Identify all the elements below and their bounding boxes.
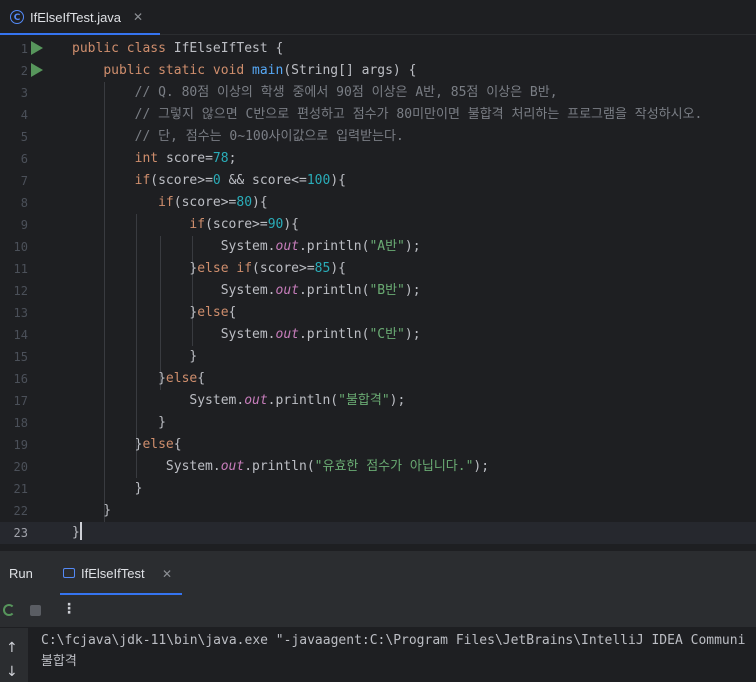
line-number: 3: [20, 86, 28, 100]
line-number: 7: [20, 174, 28, 188]
code-line[interactable]: 22 }: [0, 500, 756, 522]
code-line[interactable]: 9 if(score>=90){: [0, 214, 756, 236]
code-text: }else if(score>=85){: [72, 261, 346, 276]
console-command-line: C:\fcjava\jdk-11\bin\java.exe "-javaagen…: [41, 633, 746, 648]
console-output-line: 불합격: [41, 654, 77, 669]
code-line[interactable]: 1 public class IfElseIfTest {: [0, 38, 756, 60]
line-number: 19: [13, 438, 28, 452]
code-line[interactable]: 21 }: [0, 478, 756, 500]
code-text: System.out.println("A반");: [72, 239, 421, 254]
rerun-icon[interactable]: [3, 604, 15, 616]
code-text: if(score>=0 && score<=100){: [134, 173, 346, 188]
line-number: 12: [13, 284, 28, 298]
code-line[interactable]: 20 System.out.println("유효한 점수가 아닙니다.");: [0, 456, 756, 478]
console-icon: [63, 568, 75, 578]
console-output[interactable]: ↑ ↓ C:\fcjava\jdk-11\bin\java.exe "-java…: [0, 628, 756, 682]
code-line[interactable]: 7 if(score>=0 && score<=100){: [0, 170, 756, 192]
more-options-icon[interactable]: ⋮: [62, 601, 76, 617]
console-side-toolbar: ↑ ↓: [0, 628, 28, 682]
code-line[interactable]: 5 // 단, 점수는 0~100사이값으로 입력받는다.: [0, 126, 756, 148]
code-comment: // 그렇지 않으면 C반으로 편성하고 점수가 80미만이면 불합격 처리하는…: [72, 107, 703, 122]
active-tab-indicator: [0, 33, 160, 35]
line-number: 9: [20, 218, 28, 232]
line-number: 8: [20, 196, 28, 210]
code-line[interactable]: 3 // Q. 80점 이상의 학생 중에서 90점 이상은 A반, 85점 이…: [0, 82, 756, 104]
code-line[interactable]: 8 if(score>=80){: [0, 192, 756, 214]
code-text: public static void main(String[] args) {: [103, 63, 417, 78]
close-icon[interactable]: ✕: [162, 567, 172, 581]
line-number: 15: [13, 350, 28, 364]
line-number: 18: [13, 416, 28, 430]
code-text: System.out.println("C반");: [72, 327, 421, 342]
line-number: 16: [13, 372, 28, 386]
code-text: System.out.println("유효한 점수가 아닙니다.");: [72, 459, 490, 474]
code-line[interactable]: 14 System.out.println("C반");: [0, 324, 756, 346]
editor-tab-bar: C IfElseIfTest.java ✕: [0, 0, 756, 35]
stop-icon[interactable]: [30, 605, 41, 616]
line-number: 21: [13, 482, 28, 496]
line-number: 4: [20, 108, 28, 122]
code-line[interactable]: 16 }else{: [0, 368, 756, 390]
code-editor[interactable]: 1 public class IfElseIfTest { 2 public s…: [0, 38, 756, 548]
code-line[interactable]: 10 System.out.println("A반");: [0, 236, 756, 258]
line-number: 2: [20, 64, 28, 78]
line-number: 5: [20, 130, 28, 144]
code-text: }else{: [72, 437, 182, 452]
text-caret: [79, 522, 82, 540]
line-number: 13: [13, 306, 28, 320]
line-number: 20: [13, 460, 28, 474]
java-class-icon: C: [10, 10, 24, 24]
close-icon[interactable]: ✕: [133, 10, 143, 24]
code-text: }: [72, 349, 198, 364]
code-text: }else{: [72, 305, 237, 320]
code-line[interactable]: 12 System.out.println("B반");: [0, 280, 756, 302]
line-number: 11: [13, 262, 28, 276]
line-number: 6: [20, 152, 28, 166]
code-text: int score=78;: [134, 151, 237, 166]
scroll-up-icon[interactable]: ↑: [6, 640, 18, 656]
line-number: 22: [13, 504, 28, 518]
code-line[interactable]: 18 }: [0, 412, 756, 434]
line-number: 17: [13, 394, 28, 408]
line-number: 1: [20, 42, 28, 56]
editor-tab-label: IfElseIfTest.java: [30, 9, 122, 25]
code-line[interactable]: 13 }else{: [0, 302, 756, 324]
run-panel-title: Run: [9, 566, 33, 581]
code-line[interactable]: 6 int score=78;: [0, 148, 756, 170]
code-line[interactable]: 19 }else{: [0, 434, 756, 456]
line-number: 23: [13, 526, 28, 540]
code-text: System.out.println("불합격");: [72, 393, 406, 408]
code-text: }: [72, 481, 143, 496]
code-comment: // 단, 점수는 0~100사이값으로 입력받는다.: [72, 129, 404, 144]
run-tab-label: IfElseIfTest: [81, 566, 145, 581]
line-number: 14: [13, 328, 28, 342]
code-line-current[interactable]: 23 }: [0, 522, 756, 544]
code-text: System.out.println("B반");: [72, 283, 421, 298]
run-toolbar: ⋮: [0, 595, 756, 628]
code-line[interactable]: 15 }: [0, 346, 756, 368]
line-number: 10: [13, 240, 28, 254]
code-line[interactable]: 2 public static void main(String[] args)…: [0, 60, 756, 82]
code-line[interactable]: 17 System.out.println("불합격");: [0, 390, 756, 412]
code-text: }: [72, 415, 166, 430]
code-comment: // Q. 80점 이상의 학생 중에서 90점 이상은 A반, 85점 이상은…: [72, 85, 558, 100]
code-text: }else{: [72, 371, 206, 386]
code-text: if(score>=90){: [189, 217, 299, 232]
code-text: }: [72, 522, 82, 544]
run-tool-window-header: Run IfElseIfTest ✕: [0, 555, 756, 595]
editor-tab-ifelseiftest[interactable]: C IfElseIfTest.java ✕: [0, 0, 160, 35]
code-text: public class IfElseIfTest {: [72, 41, 284, 56]
code-text: }: [72, 503, 112, 518]
code-line[interactable]: 11 }else if(score>=85){: [0, 258, 756, 280]
run-tab-ifelseiftest[interactable]: IfElseIfTest ✕: [56, 555, 182, 595]
code-line[interactable]: 4 // 그렇지 않으면 C반으로 편성하고 점수가 80미만이면 불합격 처리…: [0, 104, 756, 126]
code-text: if(score>=80){: [158, 195, 268, 210]
scroll-down-icon[interactable]: ↓: [6, 664, 18, 680]
